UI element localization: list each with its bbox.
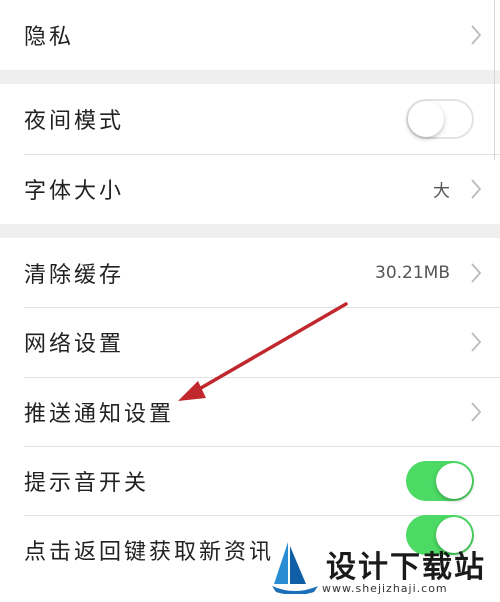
- clear-cache-row[interactable]: 清除缓存 30.21MB: [0, 238, 500, 308]
- watermark: 设计下载站 www.shejizhaji.com: [270, 536, 500, 602]
- back-refresh-label: 点击返回键获取新资讯: [24, 540, 275, 565]
- privacy-row[interactable]: 隐私: [0, 0, 500, 70]
- sound-toggle-row: 提示音开关: [0, 446, 500, 516]
- settings-group-display: 夜间模式 字体大小 大: [0, 84, 500, 224]
- privacy-label: 隐私: [24, 25, 75, 50]
- chevron-right-icon: [471, 179, 482, 199]
- scrollbar-edge: [494, 0, 500, 160]
- watermark-title: 设计下载站: [326, 550, 486, 585]
- push-notification-row[interactable]: 推送通知设置: [0, 377, 500, 447]
- font-size-row[interactable]: 字体大小 大: [0, 154, 500, 224]
- chevron-right-icon: [471, 332, 482, 352]
- sound-toggle[interactable]: [406, 461, 474, 501]
- sound-toggle-label: 提示音开关: [24, 471, 150, 496]
- night-mode-toggle[interactable]: [406, 99, 474, 139]
- site-logo-icon: [272, 542, 318, 594]
- cache-size-value: 30.21MB: [375, 263, 450, 283]
- clear-cache-label: 清除缓存: [24, 263, 125, 288]
- chevron-right-icon: [471, 25, 482, 45]
- network-settings-label: 网络设置: [24, 332, 125, 357]
- font-size-label: 字体大小: [24, 179, 125, 204]
- chevron-right-icon: [471, 402, 482, 422]
- night-mode-row: 夜间模式: [0, 84, 500, 154]
- settings-group-privacy: 隐私: [0, 0, 500, 70]
- toggle-knob: [436, 463, 472, 499]
- toggle-knob: [408, 101, 444, 137]
- network-settings-row[interactable]: 网络设置: [0, 307, 500, 377]
- chevron-right-icon: [471, 263, 482, 283]
- font-size-value: 大: [433, 181, 450, 202]
- night-mode-label: 夜间模式: [24, 109, 125, 134]
- watermark-url: www.shejizhaji.com: [322, 582, 448, 595]
- push-notification-label: 推送通知设置: [24, 402, 175, 427]
